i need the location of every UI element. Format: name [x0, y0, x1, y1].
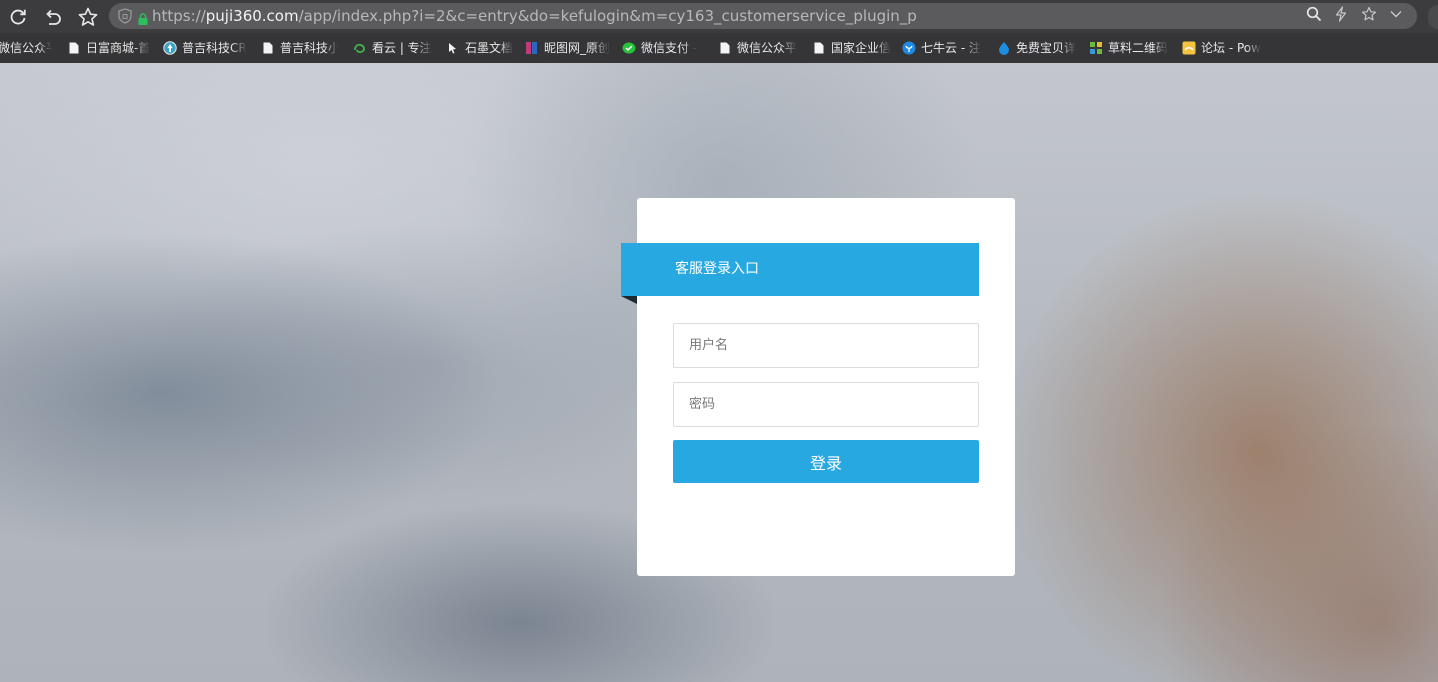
bookmark-item[interactable]: 论坛 - Pow: [1182, 33, 1266, 63]
cursor-icon: [446, 41, 460, 55]
url-scheme: https://: [152, 7, 206, 25]
bookmark-item[interactable]: 微信公众平: [0, 33, 52, 63]
bookmark-star-icon[interactable]: [76, 5, 100, 29]
address-bar[interactable]: https://puji360.com/app/index.php?i=2&c=…: [109, 3, 1417, 29]
bookmark-label: 微信支付 -: [641, 41, 698, 55]
bookmark-label: 石墨文档: [465, 41, 514, 55]
reload-icon[interactable]: [6, 5, 30, 29]
password-input[interactable]: [674, 383, 978, 426]
chevron-down-icon[interactable]: [1387, 5, 1405, 23]
globe-icon: [163, 41, 177, 55]
undo-icon[interactable]: [41, 5, 65, 29]
bookmark-item[interactable]: 七牛云 - 注: [902, 33, 986, 63]
page-icon: [718, 41, 732, 55]
bookmarks-bar: 微信公众平 日富商城-首 普吉科技CR 普吉科技小 看云 | 专注 石墨文档 昵…: [0, 33, 1438, 63]
bookmark-label: 普吉科技小: [280, 41, 339, 55]
bookmark-item[interactable]: 昵图网_原创: [525, 33, 611, 63]
bookmark-label: 微信公众平: [0, 41, 52, 55]
bookmark-label: 国家企业信: [831, 41, 892, 55]
forum-icon: [1182, 41, 1196, 55]
login-title: 客服登录入口: [675, 261, 759, 277]
qrcode-icon: [1089, 41, 1103, 55]
username-field: [673, 323, 979, 368]
bookmark-item[interactable]: 微信公众平: [718, 33, 798, 63]
drop-icon: [997, 41, 1011, 55]
bookmark-label: 七牛云 - 注: [921, 41, 981, 55]
wechat-icon: [622, 41, 636, 55]
toolbar-edge-button[interactable]: [1428, 5, 1438, 29]
url-text[interactable]: https://puji360.com/app/index.php?i=2&c=…: [152, 6, 917, 26]
favorite-star-icon[interactable]: [1360, 5, 1378, 23]
qiniu-icon: [902, 41, 916, 55]
page-icon: [812, 41, 826, 55]
bookmark-item[interactable]: 石墨文档: [446, 33, 518, 63]
bookmark-item[interactable]: 草料二维码: [1089, 33, 1171, 63]
page-icon: [261, 41, 275, 55]
bookmark-item[interactable]: 免费宝贝详: [997, 33, 1079, 63]
bookmark-label: 日富商城-首: [86, 41, 151, 55]
bookmark-label: 论坛 - Pow: [1201, 41, 1261, 55]
bookmark-item[interactable]: 普吉科技小: [261, 33, 339, 63]
bookmark-item[interactable]: 看云 | 专注: [353, 33, 433, 63]
browser-toolbar: https://puji360.com/app/index.php?i=2&c=…: [0, 0, 1438, 33]
bookmark-label: 草料二维码: [1108, 41, 1169, 55]
bookmark-label: 普吉科技CR: [182, 41, 247, 55]
shield-icon[interactable]: [118, 8, 132, 28]
search-icon[interactable]: [1305, 5, 1323, 23]
lock-icon: [138, 10, 148, 29]
lightning-icon[interactable]: [1332, 5, 1350, 23]
page-icon: [67, 41, 81, 55]
login-button[interactable]: 登录: [673, 440, 979, 483]
banner-fold: [621, 296, 637, 304]
nipic-icon: [525, 41, 539, 55]
bookmark-label: 昵图网_原创: [544, 41, 611, 55]
bookmark-label: 微信公众平: [737, 41, 798, 55]
bookmark-item[interactable]: 普吉科技CR: [163, 33, 247, 63]
bookmark-label: 看云 | 专注: [372, 41, 432, 55]
url-host: puji360.com: [205, 7, 299, 25]
kanyun-icon: [353, 41, 367, 55]
bookmark-label: 免费宝贝详: [1016, 41, 1077, 55]
login-title-banner: 客服登录入口: [621, 243, 979, 296]
bookmark-item[interactable]: 国家企业信: [812, 33, 892, 63]
bookmark-item[interactable]: 日富商城-首: [67, 33, 151, 63]
username-input[interactable]: [674, 324, 978, 367]
page-background: 客服登录入口 登录: [0, 63, 1438, 682]
url-path: /app/index.php?i=2&c=entry&do=kefulogin&…: [298, 7, 917, 25]
bookmark-item[interactable]: 微信支付 -: [622, 33, 704, 63]
password-field: [673, 382, 979, 427]
